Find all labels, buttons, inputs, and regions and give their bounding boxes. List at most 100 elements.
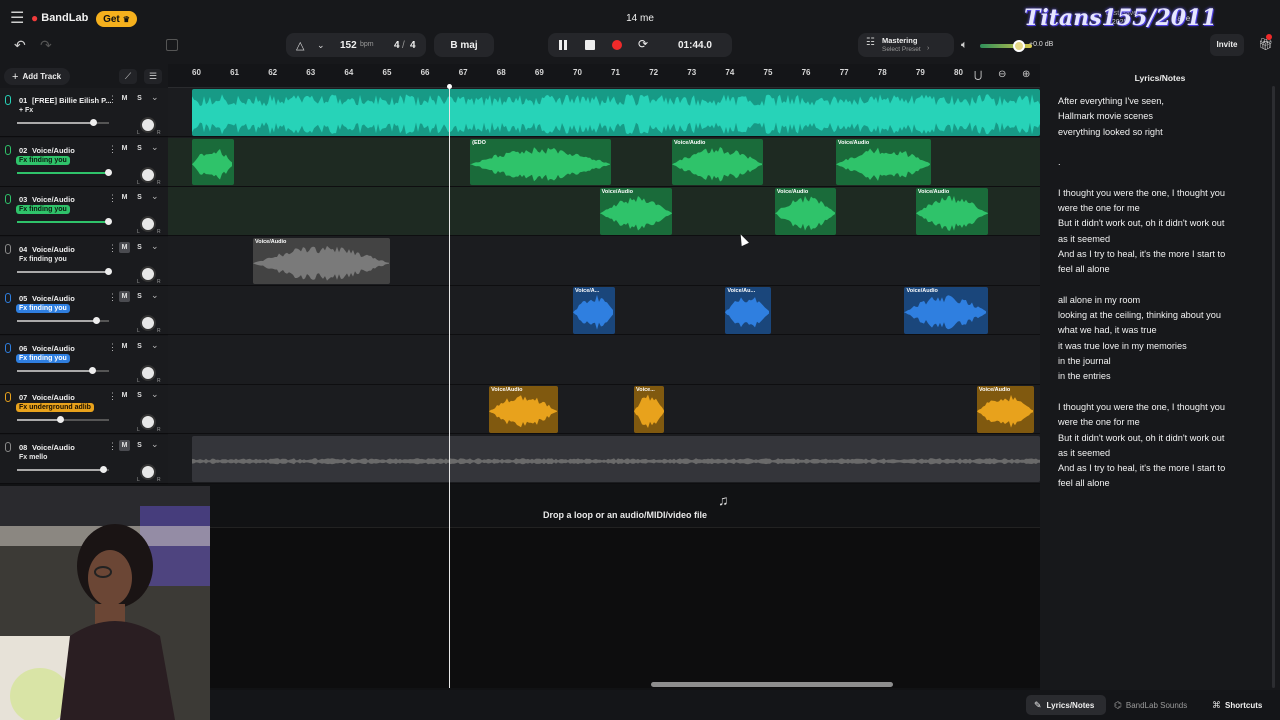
mute-button[interactable]: M (119, 192, 130, 203)
stop-icon[interactable] (585, 40, 595, 50)
track-title[interactable]: Voice/Audio (32, 245, 75, 254)
get-button[interactable]: Get ♛ (96, 11, 137, 27)
playhead-handle[interactable] (447, 84, 452, 89)
solo-button[interactable]: S (134, 440, 145, 451)
playhead[interactable] (449, 85, 450, 688)
track-expand-chevron-icon[interactable]: ⌄ (151, 290, 159, 301)
track-pan-knob[interactable] (140, 414, 156, 430)
mic-icon[interactable] (5, 243, 11, 254)
track-volume-knob[interactable] (105, 168, 112, 176)
track-fx-badge[interactable]: Fx underground adlib (16, 403, 94, 412)
mute-button[interactable]: M (119, 291, 130, 302)
track-expand-chevron-icon[interactable]: ⌄ (151, 439, 159, 450)
bandlab-logo[interactable]: ● BandLab (31, 12, 88, 24)
track-lane[interactable] (168, 335, 1040, 385)
audio-clip[interactable]: Voice/Audio (904, 287, 989, 334)
mastering-button[interactable]: ☷ Mastering Select Preset › (858, 33, 954, 57)
mute-button[interactable]: M (119, 143, 130, 154)
track-volume-knob[interactable] (57, 416, 64, 423)
audio-clip[interactable]: Voice/Audio (915, 188, 989, 235)
solo-button[interactable]: S (134, 93, 145, 104)
track-menu-icon[interactable]: ⋮ (108, 144, 117, 155)
track-header[interactable]: 03 Voice/Audio ⋮ M S ⌄ Fx finding you L R (0, 187, 168, 236)
track-pan-knob[interactable] (140, 315, 156, 331)
track-name[interactable]: 07 (19, 393, 27, 402)
volume-icon[interactable]: 🔈︎ (961, 40, 968, 51)
metronome-tempo-control[interactable]: △ ⌄ 152 bpm 4 / 4 (286, 33, 426, 57)
time-signature-top[interactable]: 4 (394, 40, 400, 51)
track-header[interactable]: 08 Voice/Audio ⋮ M S ⌄ Fx mello L R (0, 434, 168, 484)
track-volume-slider[interactable] (17, 119, 109, 126)
track-menu-icon[interactable]: ⋮ (108, 342, 117, 353)
track-volume-slider[interactable] (17, 366, 109, 374)
track-pan-knob[interactable] (140, 463, 156, 480)
audio-clip[interactable]: Voice/Audio (774, 188, 836, 235)
track-name[interactable]: 08 (19, 443, 27, 452)
audio-clip[interactable] (192, 138, 234, 185)
track-volume-slider[interactable] (17, 168, 112, 176)
track-volume-knob[interactable] (105, 267, 112, 275)
project-title[interactable]: 14 me (610, 13, 670, 24)
track-volume-knob[interactable] (93, 317, 100, 324)
mic-icon[interactable] (5, 144, 11, 155)
mic-icon[interactable] (5, 441, 11, 452)
track-fx-badge[interactable]: Fx finding you (16, 255, 70, 264)
track-pan-knob[interactable] (140, 166, 156, 183)
master-volume-knob[interactable] (1013, 40, 1025, 52)
redo-icon[interactable]: ↷ (40, 38, 52, 52)
mute-button[interactable]: M (119, 241, 130, 253)
invite-button[interactable]: Invite (1210, 34, 1244, 56)
track-header[interactable]: 01 [FREE] Billie Eilish P... ⋮ M S ⌄ + Fx L R (0, 88, 168, 137)
track-volume-knob[interactable] (89, 366, 96, 374)
bpm-value[interactable]: 152 (340, 40, 357, 51)
track-volume-slider[interactable] (17, 218, 112, 225)
track-pan-knob[interactable] (140, 364, 156, 381)
pause-icon[interactable] (559, 40, 567, 50)
track-expand-chevron-icon[interactable]: ⌄ (151, 142, 159, 153)
track-header[interactable]: 04 Voice/Audio ⋮ M S ⌄ Fx finding you L R (0, 236, 168, 286)
audio-clip[interactable]: Voice/Audio (489, 386, 558, 433)
track-volume-slider[interactable] (17, 465, 109, 473)
lyrics-text[interactable]: After everything I've seen, Hallmark movi… (1058, 94, 1258, 492)
track-title[interactable]: Voice/Audio (32, 344, 75, 353)
track-title[interactable]: Voice/Audio (32, 443, 75, 452)
audio-clip[interactable]: (EDO (470, 138, 612, 185)
audio-clip[interactable] (192, 89, 1040, 136)
audio-clip[interactable]: Voice/Audio (252, 237, 391, 284)
track-lanes[interactable]: (EDO Voice/Audio Voice/Audio Voice/Audio Voi… (168, 88, 1040, 484)
track-expand-chevron-icon[interactable]: ⌄ (151, 241, 159, 252)
track-menu-icon[interactable]: ⋮ (108, 193, 117, 204)
track-menu-icon[interactable]: ⋮ (108, 243, 117, 254)
hamburger-menu-icon[interactable]: ☰ (10, 11, 24, 27)
audio-clip[interactable]: Voice/Audio (599, 188, 673, 235)
track-expand-chevron-icon[interactable]: ⌄ (151, 191, 159, 202)
tab-shortcuts[interactable]: ⌘ Shortcuts (1208, 695, 1272, 715)
track-expand-chevron-icon[interactable]: ⌄ (151, 389, 159, 400)
solo-button[interactable]: S (134, 242, 145, 253)
track-header[interactable]: 06 Voice/Audio ⋮ M S ⌄ Fx finding you L R (0, 335, 168, 385)
track-fx-badge[interactable]: Fx finding you (16, 304, 70, 313)
track-menu-icon[interactable]: ⋮ (108, 391, 117, 402)
track-expand-chevron-icon[interactable]: ⌄ (151, 340, 159, 351)
timeline-ruler[interactable]: 60 61 62 63 64 65 66 67 68 69 70 71 72 73 74 75 76 77 78 79… (168, 64, 1040, 88)
track-fx-badge[interactable]: Fx finding you (16, 205, 70, 214)
audio-clip[interactable]: Voice/Audio (672, 138, 764, 185)
track-title[interactable]: Voice/Audio (32, 294, 75, 303)
mute-button[interactable]: M (119, 390, 130, 401)
mic-icon[interactable] (5, 95, 11, 105)
solo-button[interactable]: S (134, 291, 145, 302)
record-icon[interactable] (612, 40, 622, 50)
track-fx-badge[interactable]: Fx mello (16, 453, 50, 462)
track-title[interactable]: Voice/Audio (32, 146, 75, 155)
track-volume-knob[interactable] (90, 119, 97, 126)
gift-icon[interactable]: 🎁︎ (1258, 38, 1273, 50)
mic-icon[interactable] (5, 342, 11, 353)
track-title[interactable]: Voice/Audio (32, 393, 75, 402)
solo-button[interactable]: S (134, 341, 145, 352)
snap-magnet-icon[interactable]: ⋃ (974, 70, 982, 81)
track-fx-badge[interactable]: Fx finding you (16, 353, 70, 363)
solo-button[interactable]: S (134, 143, 145, 154)
track-name[interactable]: 04 (19, 245, 27, 254)
track-fx-badge[interactable]: Fx finding you (16, 155, 70, 165)
track-name[interactable]: 03 (19, 195, 27, 204)
